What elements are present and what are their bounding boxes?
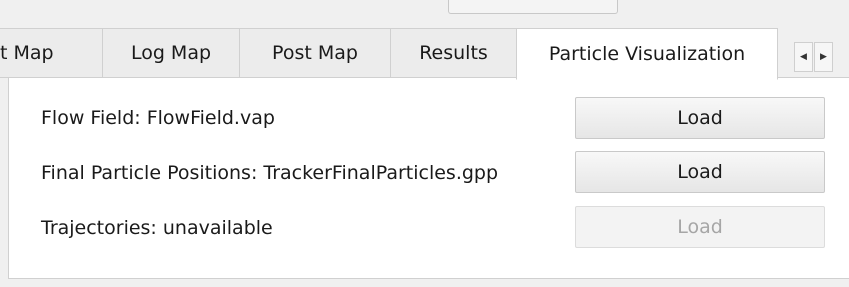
trajectories-label: Trajectories: unavailable: [41, 217, 273, 239]
flow-field-label: Flow Field: FlowField.vap: [41, 107, 275, 129]
particle-visualization-panel: Flow Field: FlowField.vap Load Final Par…: [8, 77, 849, 279]
app-window: t Map Log Map Post Map Results Particle …: [0, 0, 849, 287]
tab-scroll-left-button[interactable]: ◀: [794, 42, 813, 72]
tab-label: Particle Visualization: [548, 43, 746, 65]
load-trajectories-button[interactable]: Load: [575, 206, 825, 248]
top-widget-edge: [448, 0, 618, 14]
triangle-left-icon: ◀: [800, 52, 807, 62]
tab-label: Log Map: [130, 42, 212, 64]
tab-label: t Map: [0, 42, 54, 64]
tab-results[interactable]: Results: [390, 28, 517, 78]
tab-log-map[interactable]: Log Map: [102, 28, 240, 78]
tab-t-map[interactable]: t Map: [0, 28, 103, 78]
tab-bar: t Map Log Map Post Map Results Particle …: [0, 28, 849, 80]
final-particle-positions-label: Final Particle Positions: TrackerFinalPa…: [41, 162, 499, 184]
tab-label: Post Map: [272, 42, 358, 64]
tab-label: Results: [419, 42, 488, 64]
triangle-right-icon: ▶: [820, 52, 827, 62]
tab-scroll-right-button[interactable]: ▶: [814, 42, 833, 72]
tab-post-map[interactable]: Post Map: [239, 28, 391, 78]
tab-particle-visualization[interactable]: Particle Visualization: [516, 28, 778, 80]
load-flow-field-button[interactable]: Load: [575, 97, 825, 139]
load-final-particles-button[interactable]: Load: [575, 151, 825, 193]
